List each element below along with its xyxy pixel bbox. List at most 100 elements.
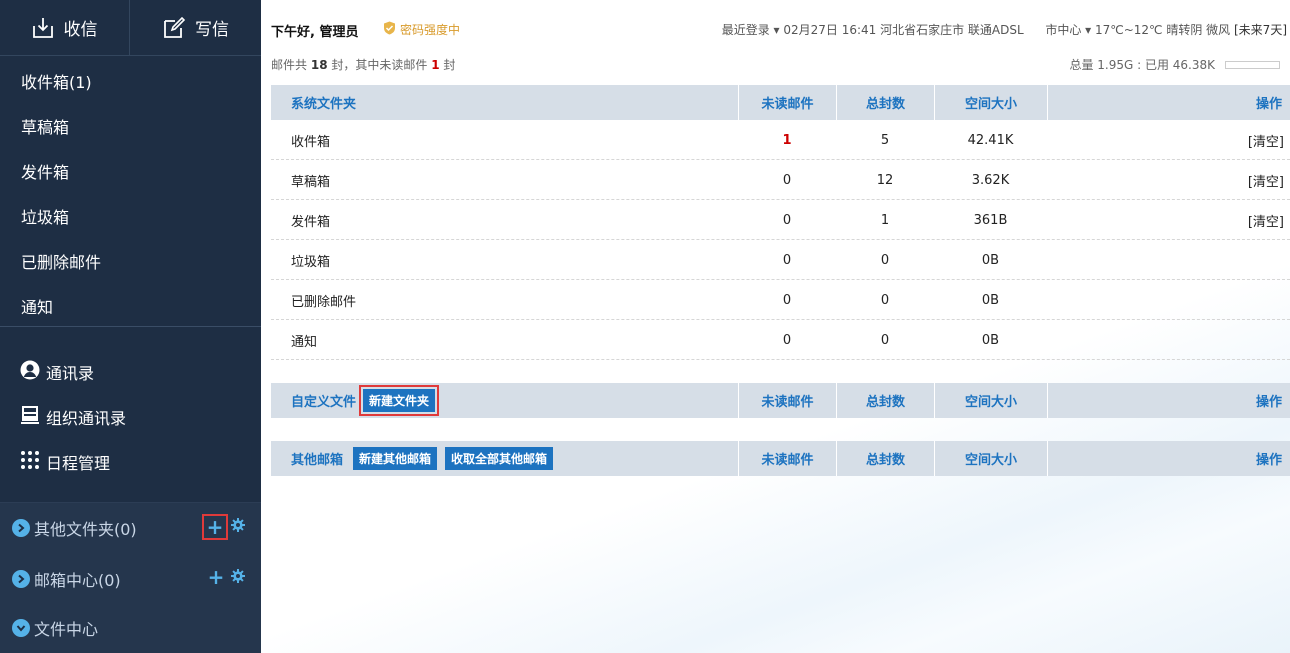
size-cell: 42.41K xyxy=(967,132,1014,148)
new-folder-button[interactable]: 新建文件夹 xyxy=(363,389,436,412)
greeting: 下午好, 管理员 xyxy=(271,25,359,40)
compose-label: 写信 xyxy=(195,20,229,40)
system-folders-header: 系统文件夹 未读邮件 总封数 空间大小 操作 xyxy=(271,85,1290,120)
other-mailboxes-title-cell: 其他邮箱 新建其他邮箱 收取全部其他邮箱 xyxy=(291,441,554,476)
folder-name-link[interactable]: 草稿箱 xyxy=(291,160,330,200)
custom-folders-header: 自定义文件 新建文件夹 未读邮件 总封数 空间大小 操作 xyxy=(271,383,1290,418)
receive-button[interactable]: 收信 xyxy=(0,0,130,55)
size-cell: 3.62K xyxy=(971,172,1010,188)
table-row: 收件箱 1 5 42.41K [清空] xyxy=(271,120,1290,160)
clear-link[interactable]: [清空] xyxy=(1047,120,1290,160)
weather-forecast-link[interactable]: [未来7天] xyxy=(1234,23,1287,37)
sidebar: 收信 写信 收件箱(1) 草稿箱 发件箱 垃圾箱 已删除邮件 通知 通讯录 组织… xyxy=(0,0,261,653)
folder-name-link[interactable]: 通知 xyxy=(291,320,317,360)
table-row: 垃圾箱 0 0 0B xyxy=(271,240,1290,280)
unread-cell: 0 xyxy=(782,212,792,228)
add-mailbox-button[interactable]: + xyxy=(206,567,226,587)
total-cell: 1 xyxy=(880,212,890,228)
calendar-label: 日程管理 xyxy=(46,454,111,473)
clear-link[interactable]: [清空] xyxy=(1047,200,1290,240)
action-cell xyxy=(1047,240,1290,280)
last-login[interactable]: 最近登录 ▾ 02月27日 16:41 河北省石家庄市 联通ADSL xyxy=(722,23,1024,37)
folder-name-link[interactable]: 发件箱 xyxy=(291,200,330,240)
gear-icon xyxy=(231,518,245,536)
sidebar-item-junk[interactable]: 垃圾箱 xyxy=(21,204,69,228)
sidebar-item-inbox[interactable]: 收件箱(1) xyxy=(21,69,92,93)
top-actions: 收信 写信 xyxy=(0,0,261,56)
compose-pen-icon xyxy=(163,16,185,39)
unread-cell: 1 xyxy=(782,132,792,148)
folder-name-link[interactable]: 已删除邮件 xyxy=(291,280,356,320)
total-cell: 0 xyxy=(880,332,890,348)
gear-icon xyxy=(231,569,245,587)
fetch-all-mailboxes-button[interactable]: 收取全部其他邮箱 xyxy=(445,447,554,470)
sidebar-item-contacts[interactable]: 通讯录 xyxy=(20,360,94,384)
folder-settings-button[interactable] xyxy=(230,518,246,536)
unread-cell: 0 xyxy=(782,292,792,308)
chevron-right-icon xyxy=(12,570,30,588)
quota-bar xyxy=(1225,60,1280,69)
sidebar-item-org-contacts[interactable]: 组织通讯录 xyxy=(20,405,126,429)
org-contacts-icon xyxy=(20,405,40,429)
quota-text: 总量 1.95G : 已用 46.38K xyxy=(1069,58,1215,72)
folder-name-link[interactable]: 垃圾箱 xyxy=(291,240,330,280)
col-unread: 未读邮件 xyxy=(738,85,836,120)
group-file-center[interactable]: 文件中心 xyxy=(12,616,98,640)
other-mailboxes-header: 其他邮箱 新建其他邮箱 收取全部其他邮箱 未读邮件 总封数 空间大小 操作 xyxy=(271,441,1290,476)
chevron-down-icon xyxy=(12,619,30,637)
clear-link[interactable]: [清空] xyxy=(1047,160,1290,200)
other-mailboxes-title: 其他邮箱 xyxy=(291,453,344,468)
sidebar-item-deleted[interactable]: 已删除邮件 xyxy=(21,249,101,273)
folder-name-link[interactable]: 收件箱 xyxy=(291,120,330,160)
contacts-icon xyxy=(20,360,40,384)
login-weather-info: 最近登录 ▾ 02月27日 16:41 河北省石家庄市 联通ADSL 市中心 ▾… xyxy=(722,21,1287,38)
summary-text: 邮件共 xyxy=(271,58,308,72)
total-cell: 0 xyxy=(880,292,890,308)
action-cell xyxy=(1047,280,1290,320)
col-unread: 未读邮件 xyxy=(738,383,836,418)
plus-icon: + xyxy=(206,515,224,539)
shield-icon xyxy=(383,21,396,38)
col-total: 总封数 xyxy=(836,85,934,120)
group-other-folders[interactable]: 其他文件夹(0) xyxy=(12,516,137,540)
inbox-download-icon xyxy=(32,17,54,39)
contacts-label: 通讯录 xyxy=(46,364,95,383)
table-row: 已删除邮件 0 0 0B xyxy=(271,280,1290,320)
col-total: 总封数 xyxy=(836,441,934,476)
sidebar-item-calendar[interactable]: 日程管理 xyxy=(20,450,110,474)
new-other-mailbox-button[interactable]: 新建其他邮箱 xyxy=(353,447,438,470)
add-folder-button[interactable]: + xyxy=(202,514,228,540)
table-row: 草稿箱 0 12 3.62K [清空] xyxy=(271,160,1290,200)
org-contacts-label: 组织通讯录 xyxy=(46,409,127,428)
unread-cell: 0 xyxy=(782,252,792,268)
unread-cell: 0 xyxy=(782,172,792,188)
main-panel: 下午好, 管理员 密码强度中 最近登录 ▾ 02月27日 16:41 河北省石家… xyxy=(261,0,1290,653)
total-cell: 12 xyxy=(876,172,894,188)
group-mailbox-center[interactable]: 邮箱中心(0) xyxy=(12,567,121,591)
summary-text: 封 xyxy=(443,58,456,72)
mailbox-center-label: 邮箱中心(0) xyxy=(34,571,121,590)
col-size: 空间大小 xyxy=(934,85,1047,120)
total-count: 18 xyxy=(310,58,328,72)
sidebar-item-sent[interactable]: 发件箱 xyxy=(21,159,69,183)
file-center-label: 文件中心 xyxy=(34,620,99,639)
weather[interactable]: 市中心 ▾ 17℃~12℃ 晴转阴 微风 xyxy=(1045,23,1230,37)
table-row: 通知 0 0 0B xyxy=(271,320,1290,360)
sidebar-item-drafts[interactable]: 草稿箱 xyxy=(21,114,69,138)
calendar-grid-icon xyxy=(20,450,40,474)
other-folders-label: 其他文件夹(0) xyxy=(34,520,137,539)
plus-icon: + xyxy=(207,565,225,589)
mailbox-settings-button[interactable] xyxy=(230,569,246,587)
col-action: 操作 xyxy=(1047,441,1290,476)
compose-button[interactable]: 写信 xyxy=(131,0,261,55)
size-cell: 361B xyxy=(973,212,1008,228)
sidebar-item-notices[interactable]: 通知 xyxy=(21,294,53,318)
size-cell: 0B xyxy=(981,292,1000,308)
custom-folders-title-cell: 自定义文件 新建文件夹 xyxy=(291,383,440,418)
password-strength-label: 密码强度中 xyxy=(400,23,461,37)
password-strength[interactable]: 密码强度中 xyxy=(383,21,460,38)
col-size: 空间大小 xyxy=(934,441,1047,476)
col-folder-name: 系统文件夹 xyxy=(291,97,357,112)
new-folder-highlight: 新建文件夹 xyxy=(359,385,440,416)
divider xyxy=(0,326,261,327)
